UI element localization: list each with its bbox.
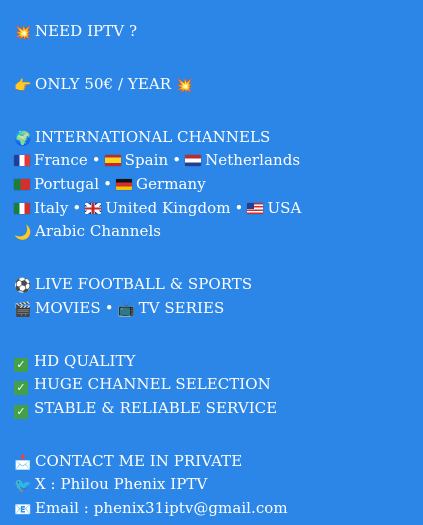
sports-text: LIVE FOOTBALL & SPORTS	[35, 275, 253, 294]
x-handle-text[interactable]: X : Philou Phenix IPTV	[35, 475, 207, 493]
feature-channel-selection: ✓ HUGE CHANNEL SELECTION	[14, 373, 423, 397]
italy-flag-icon	[14, 202, 30, 214]
spain-flag-icon	[104, 155, 121, 167]
feature-text: HD QUALITY	[34, 351, 136, 370]
explosion-icon: 💥	[175, 77, 194, 94]
countries-row-2: Portugal • Germany	[14, 173, 423, 197]
feature-hd-quality: ✓ HD QUALITY	[14, 350, 423, 374]
netherlands-flag-icon	[185, 155, 202, 167]
feature-text: HUGE CHANNEL SELECTION	[34, 375, 271, 394]
germany-flag-icon	[116, 178, 133, 190]
feature-text: STABLE & RELIABLE SERVICE	[34, 398, 278, 417]
globe-icon: 🌍	[14, 130, 32, 147]
envelope-arrow-icon: 📩	[14, 454, 32, 471]
bullet-separator: •	[91, 151, 101, 170]
x-handle-line: 🐦 X : Philou Phenix IPTV	[14, 473, 423, 497]
bullet-separator: •	[172, 151, 182, 170]
bullet-separator: •	[104, 298, 114, 317]
headline-line: 💥 NEED IPTV ?	[14, 20, 423, 44]
bullet-separator: •	[234, 198, 244, 217]
sports-line: ⚽ LIVE FOOTBALL & SPORTS	[14, 273, 423, 297]
bullet-separator: •	[72, 198, 82, 217]
country-spain: Spain	[124, 151, 169, 170]
portugal-flag-icon	[14, 178, 30, 190]
soccer-ball-icon: ⚽	[14, 278, 32, 295]
channels-title-text: INTERNATIONAL CHANNELS	[35, 127, 271, 146]
feature-stable-service: ✓ STABLE & RELIABLE SERVICE	[14, 397, 423, 421]
headline-text: NEED IPTV ?	[35, 22, 138, 40]
country-italy: Italy	[34, 198, 69, 217]
email-line: 📧 Email : phenix31iptv@gmail.com	[14, 497, 423, 521]
price-line: 👉 ONLY 50€ / YEAR 💥	[14, 73, 423, 97]
country-uk: United Kingdom	[105, 198, 231, 217]
check-mark-icon: ✓	[14, 404, 28, 419]
arabic-text: Arabic Channels	[35, 222, 162, 241]
usa-flag-icon	[247, 202, 264, 214]
tv-series-text: TV SERIES	[138, 298, 225, 317]
country-usa: USA	[267, 198, 302, 217]
countries-row-3: Italy • United Kingdom • USA	[14, 197, 423, 221]
movies-text: MOVIES	[35, 298, 101, 317]
france-flag-icon	[14, 155, 30, 167]
iptv-post-panel: 💥 NEED IPTV ? 👉 ONLY 50€ / YEAR 💥 🌍 INTERNA…	[0, 0, 423, 525]
clapperboard-icon: 🎬	[14, 301, 32, 318]
movies-line: 🎬 MOVIES • 📺 TV SERIES	[14, 297, 423, 321]
country-portugal: Portugal	[34, 174, 100, 193]
check-mark-icon: ✓	[14, 357, 28, 372]
countries-row-1: France • Spain • Netherlands	[14, 149, 423, 173]
country-netherlands: Netherlands	[205, 151, 301, 170]
email-text[interactable]: Email : phenix31iptv@gmail.com	[35, 499, 288, 517]
bullet-separator: •	[103, 174, 113, 193]
check-mark-icon: ✓	[14, 381, 28, 396]
envelope-icon: 📧	[14, 501, 32, 518]
country-germany: Germany	[136, 174, 206, 193]
crescent-moon-icon: 🌙	[14, 225, 32, 242]
country-france: France	[34, 151, 88, 170]
television-icon: 📺	[117, 301, 136, 318]
price-text: ONLY 50€ / YEAR	[35, 74, 172, 93]
explosion-icon: 💥	[14, 25, 32, 41]
arabic-line: 🌙 Arabic Channels	[14, 220, 423, 244]
bird-icon: 🐦	[14, 478, 32, 495]
pointing-hand-icon: 👉	[14, 77, 32, 94]
channels-title-line: 🌍 INTERNATIONAL CHANNELS	[14, 126, 423, 150]
contact-text: CONTACT ME IN PRIVATE	[35, 451, 243, 470]
uk-flag-icon	[85, 202, 102, 214]
contact-line: 📩 CONTACT ME IN PRIVATE	[14, 450, 423, 474]
